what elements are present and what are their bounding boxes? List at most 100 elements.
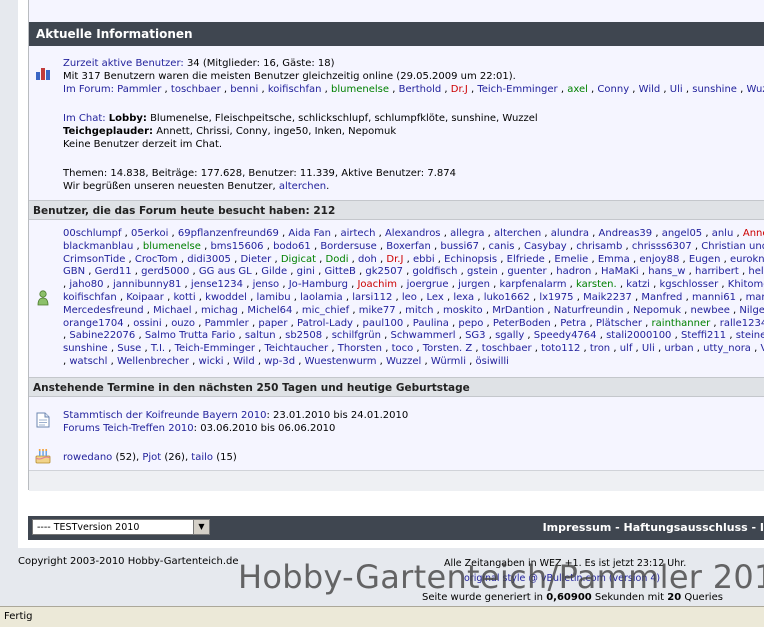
visited-user-link[interactable]: alterchen: [494, 228, 541, 239]
visited-user-link[interactable]: Dodi: [326, 254, 349, 265]
visited-user-link[interactable]: pepo: [458, 318, 483, 329]
visited-user-link[interactable]: 69pflanzenfreund69: [178, 228, 279, 239]
forum-user-link[interactable]: Wild: [639, 84, 661, 95]
footer-links[interactable]: Impressum - Haftungsausschluss - I: [543, 516, 764, 540]
visited-user-link[interactable]: Speedy4764: [534, 330, 597, 341]
visited-user-link[interactable]: CrimsonTide: [63, 254, 125, 265]
visited-user-link[interactable]: gini: [297, 266, 315, 277]
visited-user-link[interactable]: GitteB: [324, 266, 355, 277]
birthday-user-link[interactable]: tailo: [191, 452, 213, 463]
visited-user-link[interactable]: bussi67: [440, 241, 479, 252]
visited-user-link[interactable]: manni61: [692, 292, 736, 303]
active-users-link[interactable]: Zurzeit aktive Benutzer:: [63, 58, 184, 69]
visited-user-link[interactable]: stali2000100: [606, 330, 671, 341]
visited-user-link[interactable]: Lex: [426, 292, 443, 303]
visited-user-link[interactable]: HaMaKi: [601, 266, 639, 277]
visited-user-link[interactable]: didi3005: [187, 254, 231, 265]
visited-user-link[interactable]: T.I.: [151, 343, 165, 354]
visited-user-link[interactable]: Michael: [153, 305, 191, 316]
visited-user-link[interactable]: luko1662: [484, 292, 530, 303]
visited-user-link[interactable]: urban: [664, 343, 693, 354]
visited-user-link[interactable]: harribert: [695, 266, 739, 277]
visited-user-link[interactable]: Dieter: [240, 254, 271, 265]
visited-user-link[interactable]: kotti: [173, 292, 195, 303]
visited-user-link[interactable]: Emelie: [554, 254, 588, 265]
visited-user-link[interactable]: enjoy88: [639, 254, 679, 265]
visited-user-link[interactable]: lamibu: [256, 292, 290, 303]
visited-user-link[interactable]: toco: [392, 343, 414, 354]
visited-user-link[interactable]: helly: [748, 266, 764, 277]
visited-user-link[interactable]: newbee: [691, 305, 730, 316]
forum-user-link[interactable]: Teich-Emminger: [477, 84, 557, 95]
visited-user-link[interactable]: blackmanblau: [63, 241, 133, 252]
visited-user-link[interactable]: Teichtaucher: [265, 343, 329, 354]
birthday-user-link[interactable]: rowedano: [63, 452, 112, 463]
visited-user-link[interactable]: Sabine22076: [69, 330, 135, 341]
visited-user-link[interactable]: gerd5000: [141, 266, 189, 277]
event-2-link[interactable]: Forums Teich-Treffen 2010: [63, 423, 194, 434]
visited-user-link[interactable]: Andreas39: [599, 228, 653, 239]
visited-user-link[interactable]: Teich-Emminger: [175, 343, 255, 354]
visited-user-link[interactable]: paper: [258, 318, 287, 329]
forum-user-link[interactable]: sunshine: [692, 84, 737, 95]
visited-user-link[interactable]: steineick: [736, 330, 764, 341]
event-1-link[interactable]: Stammtisch der Koifreunde Bayern 2010: [63, 410, 266, 421]
newest-user-link[interactable]: alterchen: [279, 181, 326, 192]
visited-user-link[interactable]: karpfenalarm: [500, 279, 567, 290]
forum-user-link[interactable]: axel: [567, 84, 588, 95]
visited-user-link[interactable]: canis: [489, 241, 515, 252]
visited-user-link[interactable]: Wuzzel: [386, 356, 421, 367]
visited-user-link[interactable]: jurgen: [458, 279, 490, 290]
visited-user-link[interactable]: moskito: [443, 305, 483, 316]
chat-link[interactable]: Im Chat:: [63, 113, 106, 124]
forum-user-link[interactable]: Uli: [670, 84, 683, 95]
forum-user-link[interactable]: Pammler: [117, 84, 161, 95]
visited-user-link[interactable]: ouzo: [171, 318, 195, 329]
visited-user-link[interactable]: laolamia: [300, 292, 343, 303]
forum-user-link[interactable]: Conny: [597, 84, 629, 95]
visited-user-link[interactable]: Gerd11: [95, 266, 132, 277]
visited-user-link[interactable]: hadron: [556, 266, 591, 277]
visited-user-link[interactable]: Emma: [598, 254, 630, 265]
birthday-user-link[interactable]: Pjot: [142, 452, 161, 463]
visited-user-link[interactable]: bodo61: [273, 241, 311, 252]
forum-user-link[interactable]: benni: [230, 84, 258, 95]
visited-user-link[interactable]: Petra: [560, 318, 586, 329]
visited-user-link[interactable]: 00schlumpf: [63, 228, 122, 239]
visited-user-link[interactable]: kwoddel: [205, 292, 247, 303]
visited-user-link[interactable]: katzi: [626, 279, 650, 290]
visited-user-link[interactable]: sgally: [495, 330, 524, 341]
visited-user-link[interactable]: mic_chief: [302, 305, 349, 316]
forum-user-link[interactable]: Wuzzel: [746, 84, 764, 95]
visited-user-link[interactable]: allegra: [450, 228, 484, 239]
visited-user-link[interactable]: karsten.: [576, 279, 617, 290]
visited-user-link[interactable]: mitch: [405, 305, 433, 316]
visited-user-link[interactable]: Salmo Trutta Fario: [145, 330, 236, 341]
visited-user-link[interactable]: Annett: [743, 228, 764, 239]
visited-user-link[interactable]: schilfgrün: [332, 330, 381, 341]
visited-user-link[interactable]: rainthanner: [652, 318, 711, 329]
visited-user-link[interactable]: Dr.J: [386, 254, 403, 265]
visited-user-link[interactable]: Christian und Frauk: [701, 241, 764, 252]
visited-user-link[interactable]: ösiwilli: [476, 356, 509, 367]
visited-user-link[interactable]: ossini: [133, 318, 161, 329]
visited-user-link[interactable]: Va: [760, 343, 764, 354]
forum-label-link[interactable]: Im Forum:: [63, 84, 114, 95]
visited-user-link[interactable]: gstein: [467, 266, 498, 277]
visited-user-link[interactable]: larsi112: [352, 292, 392, 303]
visited-user-link[interactable]: Wuestenwurm: [305, 356, 377, 367]
visited-user-link[interactable]: toto112: [541, 343, 580, 354]
style-select[interactable]: ---- TESTversion 2010 ▼: [32, 519, 210, 535]
visited-user-link[interactable]: orange1704: [63, 318, 124, 329]
visited-user-link[interactable]: Joachim: [357, 279, 397, 290]
visited-user-link[interactable]: koifischfan: [63, 292, 117, 303]
visited-user-link[interactable]: lexa: [453, 292, 474, 303]
visited-user-link[interactable]: wicki: [199, 356, 224, 367]
visited-user-link[interactable]: tron: [590, 343, 610, 354]
visited-user-link[interactable]: Nilges,Walte: [739, 305, 764, 316]
visited-user-link[interactable]: Naturfreundin: [554, 305, 624, 316]
visited-user-link[interactable]: watschl: [69, 356, 107, 367]
visited-user-link[interactable]: michag: [201, 305, 238, 316]
visited-user-link[interactable]: Suse: [117, 343, 141, 354]
visited-user-link[interactable]: blumenelse: [143, 241, 201, 252]
